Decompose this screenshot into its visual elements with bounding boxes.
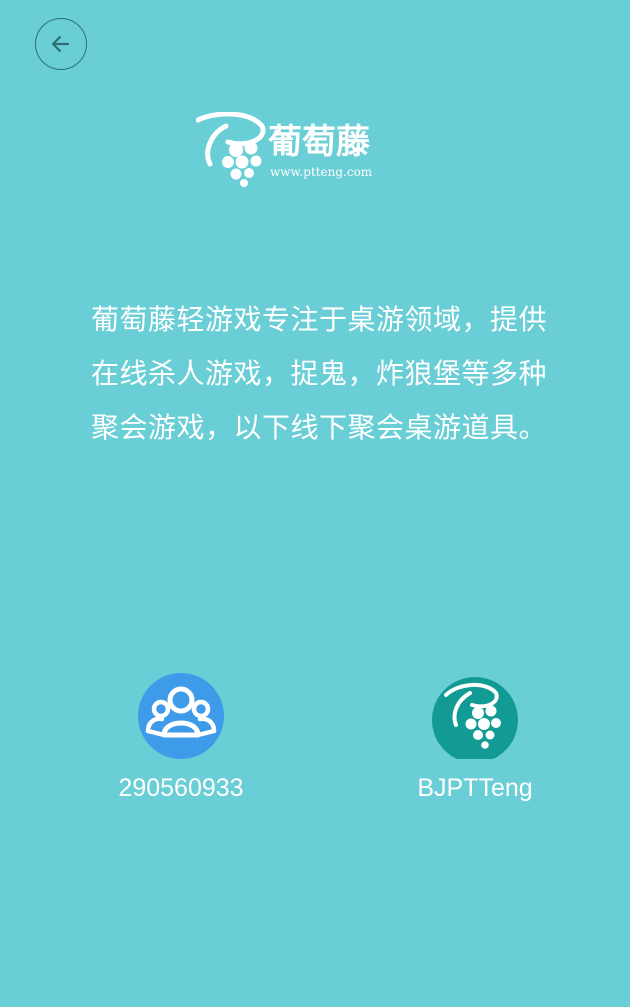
- back-button[interactable]: [35, 18, 87, 70]
- arrow-left-icon: [49, 32, 73, 56]
- grape-logo-icon: [196, 112, 266, 187]
- qq-group-icon: [138, 673, 224, 759]
- app-logo: 葡萄藤 www.ptteng.com: [196, 112, 386, 188]
- wechat-account-contact[interactable]: BJPTTeng: [375, 673, 575, 803]
- qq-group-number: 290560933: [118, 774, 244, 802]
- logo-url: www.ptteng.com: [270, 165, 373, 179]
- wechat-account-id: BJPTTeng: [417, 774, 533, 802]
- grape-logo-icon: [432, 677, 518, 759]
- qq-group-contact[interactable]: 290560933: [81, 673, 281, 803]
- logo-title: 葡萄藤: [268, 122, 370, 162]
- intro-text: 葡萄藤轻游戏专注于桌游领域，提供在线杀人游戏，捉鬼，炸狼堡等多种聚会游戏，以下线…: [91, 303, 548, 444]
